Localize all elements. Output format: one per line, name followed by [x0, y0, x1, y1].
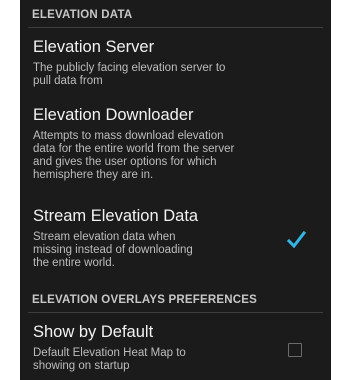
pref-elevation-server[interactable]: Elevation Server The publicly facing ele… — [20, 38, 331, 96]
preferences-screen: ELEVATION DATA Elevation Server The publ… — [20, 0, 331, 380]
pref-title: Elevation Downloader — [33, 106, 194, 124]
section-header-overlays: ELEVATION OVERLAYS PREFERENCES — [32, 294, 257, 306]
show-by-default-checkbox[interactable] — [288, 343, 302, 357]
pref-title: Elevation Server — [33, 38, 155, 56]
pref-title: Stream Elevation Data — [33, 207, 199, 225]
checkmark-icon — [286, 230, 306, 249]
summary-line: pull data from — [33, 75, 103, 87]
pref-summary: The publicly facing elevation server to … — [33, 62, 225, 88]
summary-line: showing on startup — [33, 360, 130, 372]
summary-line: Stream elevation data when — [33, 231, 176, 243]
summary-line: the entire world. — [33, 257, 115, 269]
pref-summary: Attempts to mass download elevation data… — [33, 130, 234, 182]
pref-stream-elevation-data[interactable]: Stream Elevation Data Stream elevation d… — [20, 207, 331, 283]
pref-show-by-default[interactable]: Show by Default Default Elevation Heat M… — [20, 323, 331, 380]
pref-title: Show by Default — [33, 323, 154, 341]
summary-line: hemisphere they are in. — [33, 169, 154, 181]
pref-summary: Stream elevation data when missing inste… — [33, 231, 193, 270]
summary-line: The publicly facing elevation server to — [33, 62, 226, 74]
section-divider — [28, 27, 323, 28]
stream-elevation-checkbox[interactable] — [286, 230, 306, 249]
section-divider — [28, 312, 323, 313]
summary-line: missing instead of downloading — [33, 244, 193, 256]
summary-line: and gives the user options for which — [33, 156, 217, 168]
section-header-elevation-data: ELEVATION DATA — [32, 9, 133, 21]
pref-elevation-downloader[interactable]: Elevation Downloader Attempts to mass do… — [20, 106, 331, 198]
summary-line: data for the entire world from the serve… — [33, 143, 235, 155]
pref-summary: Default Elevation Heat Map to showing on… — [33, 347, 186, 373]
summary-line: Attempts to mass download elevation — [33, 130, 224, 142]
summary-line: Default Elevation Heat Map to — [33, 347, 186, 359]
